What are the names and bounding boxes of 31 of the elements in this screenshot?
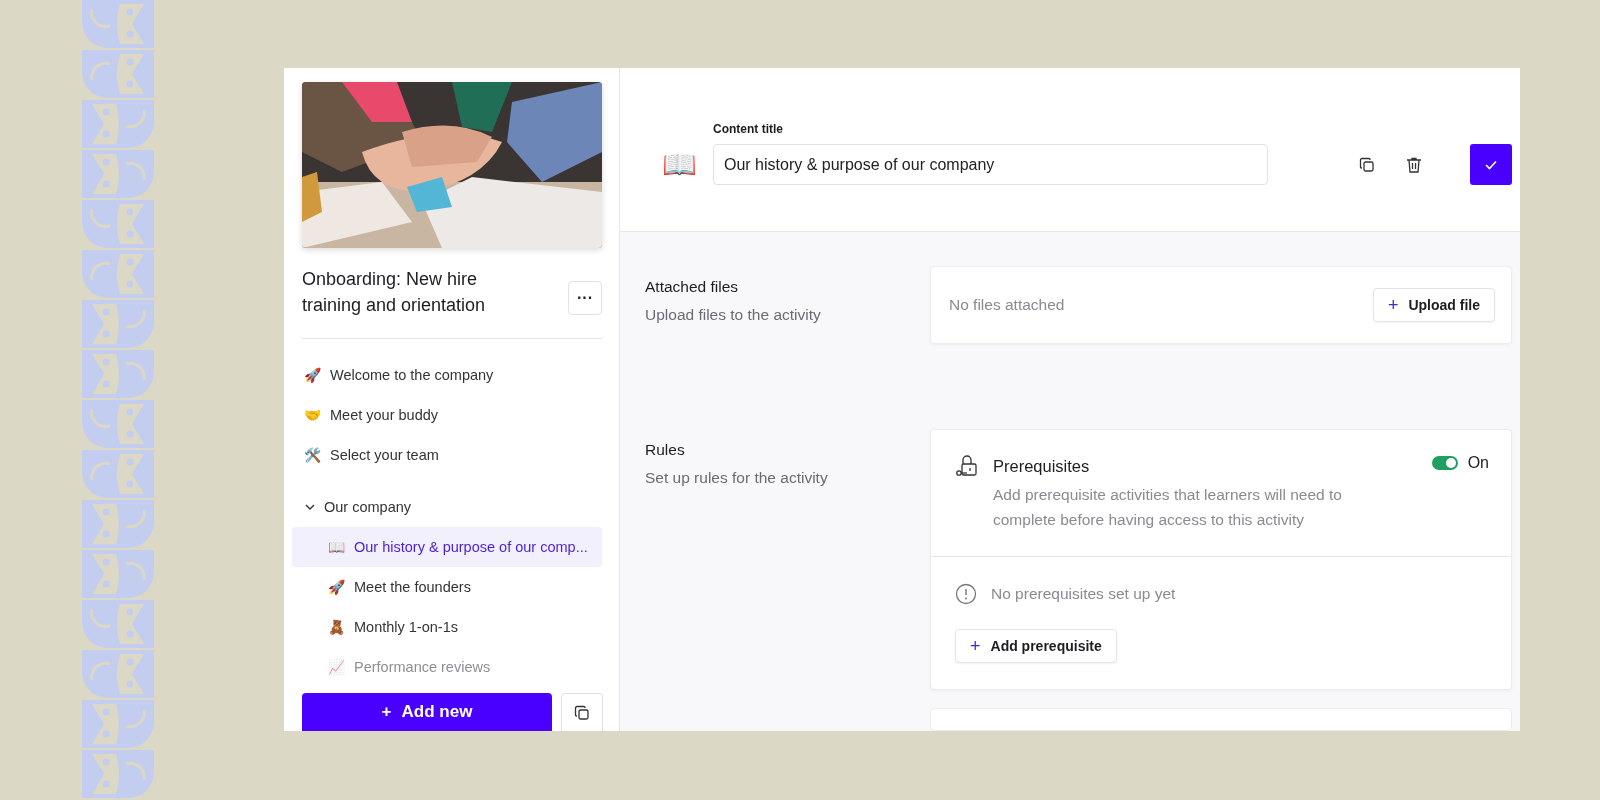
add-new-button[interactable]: + Add new [302,693,552,731]
copy-icon [1359,156,1375,173]
section-subtitle: Upload files to the activity [645,306,822,324]
toggle-label: On [1467,454,1489,472]
add-prerequisite-button[interactable]: + Add prerequisite [955,629,1117,663]
toggle-switch[interactable] [1431,456,1458,470]
nav-item[interactable]: 🚀 Welcome to the company [292,355,602,395]
trash-icon [1405,155,1423,174]
title-field[interactable]: Our history & purpose of our company [713,144,1268,185]
more-button[interactable]: ··· [568,281,602,315]
nav-item[interactable]: 🧸 Monthly 1-on-1s [292,607,602,647]
rule-title: Prerequisites [993,457,1091,476]
empty-message: No prerequisites set up yet [991,585,1176,603]
info-icon [955,583,977,605]
field-label: Content title [713,122,784,136]
nav-item[interactable]: 🤝 Meet your buddy [292,395,602,435]
nav-item[interactable]: 🛠 Select your team [292,435,602,475]
nav-item[interactable]: 🚀 Meet the founders [292,567,602,607]
nav-item[interactable]: Our company [292,487,602,527]
upload-button[interactable]: + Upload file [1372,288,1495,322]
empty-message: No files attached [949,296,1065,314]
section-title: Rules [645,441,686,459]
copy-icon [574,704,590,721]
duplicate-button[interactable] [561,693,603,731]
section-subtitle: Set up rules for the activity [645,469,829,487]
lock-key-icon [955,454,979,478]
rule-description: Add prerequisite activities that learners will need to complete before having access to this activity [993,485,1343,530]
nav-item[interactable]: 📖 Our history & purpose of our comp... [292,527,602,567]
course-title: Onboarding: New hire training and orientation [302,268,487,317]
book-icon: 📖 [662,148,697,185]
section-title: Attached files [645,278,740,296]
